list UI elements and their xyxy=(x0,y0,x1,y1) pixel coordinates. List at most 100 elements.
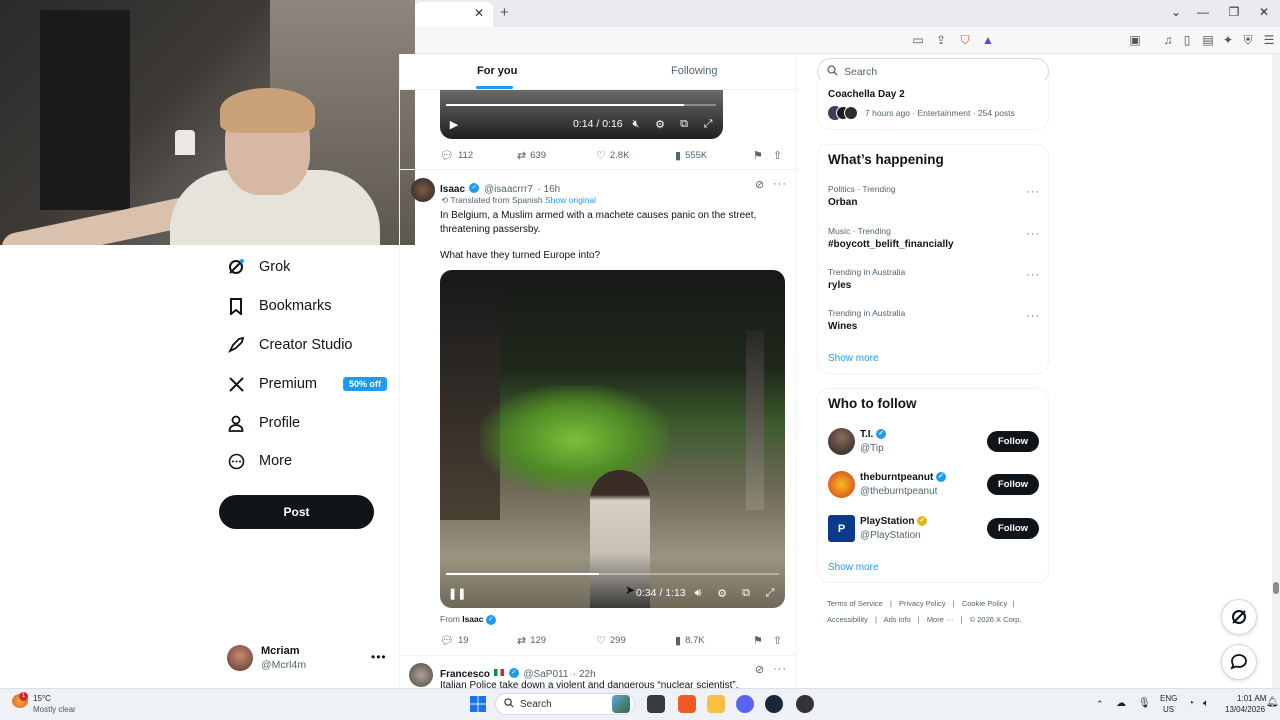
account-more-icon[interactable]: ••• xyxy=(371,650,387,664)
trend-more-icon[interactable]: ··· xyxy=(1026,269,1040,281)
share-button[interactable]: ⇧ xyxy=(773,634,782,647)
footer-link[interactable]: Privacy Policy xyxy=(899,599,946,608)
discord-icon[interactable] xyxy=(736,695,754,713)
trend-more-icon[interactable]: ··· xyxy=(1026,228,1040,240)
trend-name[interactable]: #boycott_belift_financially xyxy=(828,239,954,250)
brave-shield-icon[interactable]: ⛉ xyxy=(957,32,973,48)
brave-rewards-icon[interactable]: ▲ xyxy=(980,32,996,48)
follow-button[interactable]: Follow xyxy=(987,518,1039,539)
footer-link[interactable]: Terms of Service xyxy=(827,599,883,608)
reply-button[interactable]: 💬︎ 112 xyxy=(440,149,473,162)
weather-temp[interactable]: 15°C xyxy=(33,694,51,703)
brave-browser-icon[interactable] xyxy=(678,695,696,713)
tweet-time[interactable]: · 16h xyxy=(537,184,560,195)
play-icon[interactable]: ▶ xyxy=(447,118,461,131)
scrollbar-thumb[interactable] xyxy=(1273,582,1279,594)
account-avatar[interactable] xyxy=(227,645,253,671)
follow-name[interactable]: T.I. xyxy=(860,429,873,440)
views-button[interactable]: ▮ 8.7K xyxy=(675,634,705,647)
footer-link[interactable]: Cookie Policy xyxy=(962,599,1007,608)
close-window-icon[interactable]: ✕ xyxy=(1254,5,1274,19)
fullscreen-icon[interactable]: ⤢ xyxy=(701,118,715,131)
nav-bookmarks[interactable]: Bookmarks xyxy=(227,292,332,320)
file-explorer-icon[interactable] xyxy=(707,695,725,713)
trend-more-icon[interactable]: ··· xyxy=(1026,310,1040,322)
address-bar[interactable] xyxy=(415,27,1280,54)
footer-link[interactable]: Accessibility xyxy=(827,615,868,624)
grok-explain-icon[interactable]: ⊘ xyxy=(755,663,764,676)
follow-button[interactable]: Follow xyxy=(987,431,1039,452)
trend-name[interactable]: Orban xyxy=(828,197,857,208)
nav-profile[interactable]: Profile xyxy=(227,409,300,437)
tweet-author-name[interactable]: Isaac xyxy=(440,184,465,195)
follow-avatar[interactable] xyxy=(828,428,855,455)
microphone-icon[interactable]: 🎙︎ xyxy=(1138,698,1151,709)
cast-icon[interactable]: ▭ xyxy=(910,32,926,48)
tweet-avatar[interactable] xyxy=(411,178,435,202)
language-region[interactable]: US xyxy=(1163,705,1174,714)
follow-handle[interactable]: @theburntpeanut xyxy=(860,486,937,497)
repost-button[interactable]: ⇄ 639 xyxy=(517,149,546,162)
show-more-trends-link[interactable]: Show more xyxy=(828,353,879,364)
new-tab-icon[interactable]: + xyxy=(500,4,509,21)
tweet-more-icon[interactable]: ··· xyxy=(773,178,787,190)
tab-close-icon[interactable]: ✕ xyxy=(474,6,484,20)
tweet-more-icon[interactable]: ··· xyxy=(773,663,787,675)
volume-icon[interactable]: 🔈︎ xyxy=(1203,698,1209,709)
tweet-author-handle[interactable]: @isaacrrr7 xyxy=(484,184,533,195)
tray-overflow-icon[interactable]: ⌃ xyxy=(1096,699,1104,710)
trend-more-icon[interactable]: ··· xyxy=(1026,186,1040,198)
mute-icon[interactable]: 🔇︎ xyxy=(629,118,643,131)
trend-name[interactable]: Wines xyxy=(828,321,857,332)
follow-name[interactable]: theburntpeanut xyxy=(860,472,933,483)
follow-handle[interactable]: @PlayStation xyxy=(860,530,921,541)
tweet-avatar[interactable] xyxy=(409,663,433,687)
task-view-icon[interactable] xyxy=(647,695,665,713)
obs-icon[interactable] xyxy=(796,695,814,713)
like-button[interactable]: ♡ 299 xyxy=(596,634,626,647)
follow-name[interactable]: PlayStation xyxy=(860,516,914,527)
share-button[interactable]: ⇧ xyxy=(773,149,782,162)
reader-icon[interactable]: ▯ xyxy=(1179,32,1195,48)
weather-desc[interactable]: Mostly clear xyxy=(33,705,76,714)
notifications-icon[interactable]: 🔔︎ xyxy=(1266,697,1279,708)
fullscreen-icon[interactable]: ⤢ xyxy=(763,587,777,600)
bookmark-button[interactable]: ⚑ xyxy=(753,634,763,647)
menu-icon[interactable]: ☰ xyxy=(1261,32,1277,48)
playstation-logo-icon[interactable]: P xyxy=(828,515,855,542)
video-player[interactable] xyxy=(440,90,723,139)
show-more-follow-link[interactable]: Show more xyxy=(828,562,879,573)
bookmark-button[interactable]: ⚑ xyxy=(753,149,763,162)
like-button[interactable]: ♡ 2.8K xyxy=(596,149,629,162)
tab-following[interactable]: Following xyxy=(671,65,717,77)
sidebar-toggle-icon[interactable]: ▣ xyxy=(1127,32,1143,48)
steam-icon[interactable] xyxy=(765,695,783,713)
tray-app-icon[interactable]: ☁ xyxy=(1116,698,1126,709)
nav-more[interactable]: More xyxy=(227,447,292,475)
nav-premium[interactable]: Premium 50% off xyxy=(227,370,388,398)
from-author[interactable]: Isaac xyxy=(462,614,483,624)
music-icon[interactable]: ♫ xyxy=(1160,32,1176,48)
language-indicator[interactable]: ENG xyxy=(1160,694,1177,703)
pip-icon[interactable]: ⧉ xyxy=(677,118,691,131)
follow-avatar[interactable] xyxy=(828,471,855,498)
clock-time[interactable]: 1:01 AM xyxy=(1237,694,1266,703)
grok-explain-icon[interactable]: ⊘ xyxy=(755,178,764,191)
leo-ai-icon[interactable]: ✦ xyxy=(1220,32,1236,48)
maximize-icon[interactable]: ❐ xyxy=(1224,5,1244,19)
pause-icon[interactable]: ❚❚ xyxy=(448,587,466,600)
account-name[interactable]: Mcriam xyxy=(261,645,300,657)
follow-button[interactable]: Follow xyxy=(987,474,1039,495)
follow-handle[interactable]: @Tip xyxy=(860,443,884,454)
pip-icon[interactable]: ⧉ xyxy=(739,587,753,600)
nav-grok[interactable]: Grok xyxy=(227,253,290,281)
nav-creator-studio[interactable]: Creator Studio xyxy=(227,331,353,359)
post-button[interactable]: Post xyxy=(219,495,374,529)
settings-icon[interactable]: ⚙ xyxy=(653,118,667,131)
wallet-icon[interactable]: ▤ xyxy=(1200,32,1216,48)
footer-link[interactable]: Ads info xyxy=(884,615,911,624)
share-icon[interactable]: ⇪ xyxy=(933,32,949,48)
tab-list-icon[interactable]: ⌄ xyxy=(1166,5,1186,19)
account-handle[interactable]: @Mcrl4m xyxy=(261,659,306,671)
tab-for-you[interactable]: For you xyxy=(477,65,517,77)
